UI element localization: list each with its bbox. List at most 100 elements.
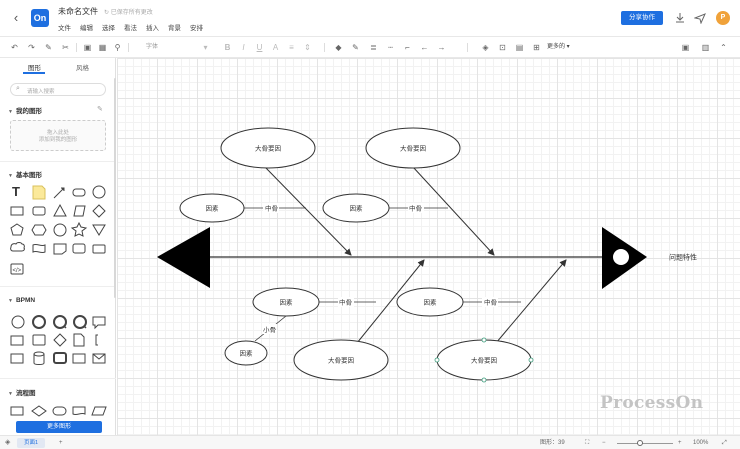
process-shape[interactable] [92,244,106,254]
section-basic-shapes[interactable]: ▼ 基本图形 [8,169,42,179]
back-arrow-icon[interactable]: ‹ [8,10,24,26]
arrow-line-shape[interactable] [53,187,65,199]
triangle-shape[interactable] [53,203,67,217]
arrow-end-icon[interactable]: → [436,42,447,53]
layers-icon[interactable]: ◈ [5,438,10,448]
wave-shape[interactable] [32,243,46,254]
call-activity-shape[interactable] [53,352,67,364]
document-title[interactable]: 未命名文件 [58,6,98,17]
bold-icon[interactable]: B [222,42,233,53]
distribute-icon[interactable]: ⊞ [531,42,542,53]
redo-icon[interactable]: ↷ [26,42,37,53]
section-bpmn[interactable]: ▼ BPMN [8,297,35,304]
trapezoid-shape[interactable] [73,205,86,217]
format-painter-icon[interactable]: ✎ [43,42,54,53]
document-shape[interactable] [72,406,86,416]
zoom-in-button[interactable]: + [678,438,682,448]
gateway-shape[interactable] [53,333,67,347]
menu-background[interactable]: 背景 [168,22,181,32]
octagon-shape[interactable] [53,223,67,237]
pentagon-shape[interactable] [10,223,24,236]
menu-select[interactable]: 选择 [102,22,115,32]
panel-scrollbar[interactable] [114,78,116,298]
clear-format-icon[interactable]: ✂ [60,42,71,53]
tag-shape[interactable] [53,243,67,255]
process-shape[interactable] [10,406,24,416]
more-options-dropdown[interactable]: 更多的 ▾ [547,42,570,53]
database-shape[interactable] [33,351,45,365]
intermediate-event-shape[interactable] [32,315,46,329]
decision-shape[interactable] [31,405,47,417]
data-store-shape[interactable] [32,334,46,346]
lock-icon[interactable]: ⊡ [497,42,508,53]
code-shape[interactable]: </> [10,263,24,275]
valign-icon[interactable]: ⇕ [302,42,313,53]
data-object-shape[interactable] [73,333,85,347]
mid-bone-label[interactable]: 中骨 [484,298,497,307]
fill-color-icon[interactable]: ◆ [333,42,344,53]
timer-event-shape[interactable] [73,315,87,329]
page-tab[interactable]: 页面1 [17,438,45,448]
connector-icon[interactable]: ⌐ [402,42,413,53]
fit-screen-icon[interactable]: ⛶ [585,438,589,448]
more-shapes-button[interactable]: 更多图形 [16,421,102,433]
underline-icon[interactable]: U [254,42,265,53]
font-family-select[interactable]: 字体 [146,42,158,53]
arrow-start-icon[interactable]: ← [419,42,430,53]
terminator-shape[interactable] [52,406,67,416]
doc-shape[interactable] [72,243,86,254]
panel-toggle-icon[interactable]: ▣ [680,42,691,53]
mid-bone-label[interactable]: 中骨 [339,298,352,307]
inverted-triangle-shape[interactable] [92,224,106,236]
tab-style[interactable]: 风格 [76,62,89,72]
problem-label[interactable]: 问题特性 [669,253,697,262]
menu-arrange[interactable]: 安排 [190,22,203,32]
font-size-icon[interactable]: ▾ [200,42,211,53]
rounded-rect-shape[interactable] [32,206,46,216]
message-shape[interactable] [92,316,106,330]
send-icon[interactable] [693,12,706,25]
rounded-rect-shape[interactable] [72,188,86,197]
avatar[interactable]: P [716,11,730,25]
section-my-shapes[interactable]: ▼ 我的图形 [8,105,42,115]
line-width-icon[interactable]: ≣ [368,42,379,53]
pool-shape[interactable] [72,353,86,364]
menu-file[interactable]: 文件 [58,22,71,32]
mid-bone-label[interactable]: 中骨 [265,204,278,213]
menu-edit[interactable]: 编辑 [80,22,93,32]
hexagon-shape[interactable] [31,224,47,236]
grid-icon[interactable]: ▦ [97,42,108,53]
line-style-icon[interactable]: ┄ [385,42,396,53]
big-bone-lower-right[interactable] [495,259,567,344]
cloud-shape[interactable] [10,242,25,252]
circle-shape[interactable] [92,185,106,199]
fish-tail[interactable] [157,227,210,288]
image-icon[interactable]: ▣ [82,42,93,53]
font-color-icon[interactable]: A [270,42,281,53]
menu-insert[interactable]: 插入 [146,22,159,32]
mid-bone-label[interactable]: 中骨 [409,204,422,213]
envelope-shape[interactable] [92,353,106,364]
group-icon[interactable]: ▤ [514,42,525,53]
text-shape[interactable]: T [12,184,20,199]
fullscreen-icon[interactable]: ⤢ [722,438,727,448]
layer-icon[interactable]: ◈ [480,42,491,53]
zoom-slider[interactable] [617,442,673,444]
zoom-level[interactable]: 100% [693,438,708,448]
start-event-shape[interactable] [11,315,25,329]
edit-icon[interactable]: ✎ [97,105,103,113]
star-shape[interactable] [70,221,88,237]
format-panel-icon[interactable]: ▥ [700,42,711,53]
section-flowchart[interactable]: ▼ 流程图 [8,387,35,397]
align-icon[interactable]: ≡ [286,42,297,53]
line-color-icon[interactable]: ✎ [350,42,361,53]
diamond-shape[interactable] [92,204,106,218]
download-icon[interactable] [674,12,686,24]
italic-icon[interactable]: I [238,42,249,53]
task-shape[interactable] [10,335,24,346]
zoom-out-button[interactable]: − [602,438,606,448]
annotation-shape[interactable] [95,334,98,346]
menu-view[interactable]: 看法 [124,22,137,32]
end-event-shape[interactable] [53,315,67,329]
share-button[interactable]: 分享协作 [621,11,663,25]
